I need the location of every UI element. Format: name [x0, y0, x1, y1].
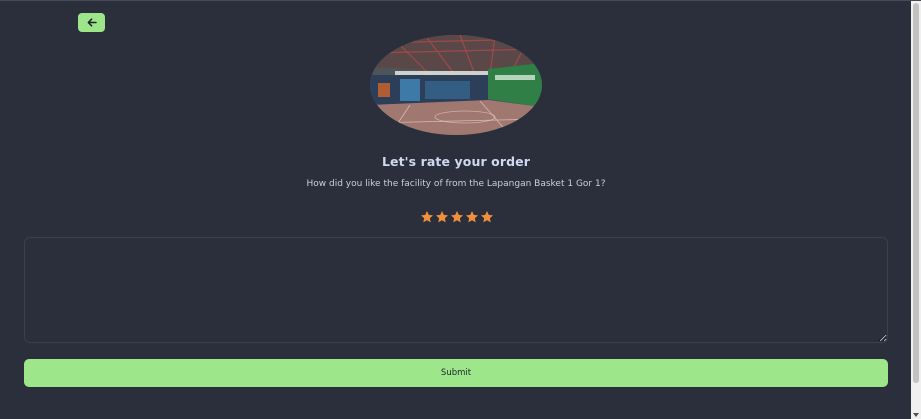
rating-question: How did you like the facility of from th…: [306, 179, 606, 189]
vertical-scrollbar[interactable]: [911, 1, 921, 419]
star-icon[interactable]: [420, 210, 434, 225]
star-icon[interactable]: [480, 210, 494, 225]
rating-title: Let's rate your order: [381, 154, 531, 169]
arrow-left-icon: [87, 18, 97, 27]
rating-page: Let's rate your order How did you like t…: [0, 0, 921, 419]
star-icon[interactable]: [465, 210, 479, 225]
star-rating[interactable]: [420, 210, 494, 225]
scrollbar-thumb[interactable]: [913, 3, 919, 383]
venue-image: [370, 35, 542, 135]
scroll-down-icon[interactable]: [913, 413, 919, 417]
star-icon[interactable]: [435, 210, 449, 225]
star-icon[interactable]: [450, 210, 464, 225]
back-button[interactable]: [78, 13, 105, 32]
feedback-textarea[interactable]: [24, 237, 888, 343]
submit-button[interactable]: Submit: [24, 359, 888, 387]
